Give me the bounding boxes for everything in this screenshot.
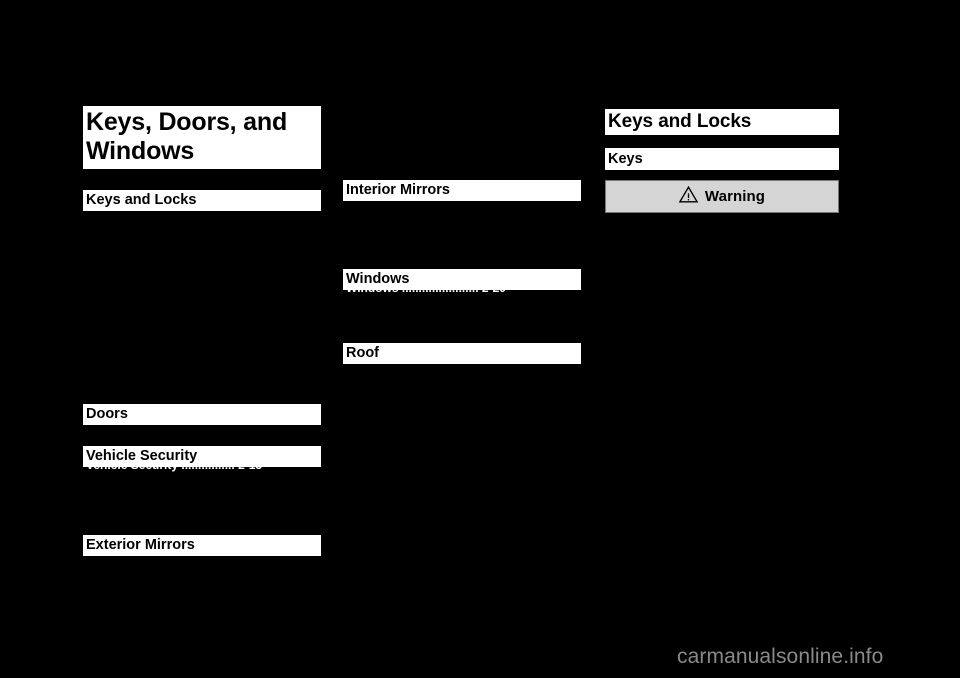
section-label: Vehicle Security	[86, 448, 198, 465]
section-label: Exterior Mirrors	[86, 537, 195, 554]
section-label: Keys and Locks	[86, 192, 197, 209]
section-keys-and-locks[interactable]: Keys and Locks	[83, 190, 321, 211]
right-column-subheading: Keys	[605, 148, 839, 170]
manual-page: Keys, Doors, and Windows Keys and Locks …	[0, 0, 960, 678]
windows-clipped-entry: Windows ....................... 2-20	[343, 290, 581, 295]
clipped-entry-text: Vehicle Security ................ 2-13	[83, 467, 321, 471]
warning-triangle-icon	[678, 185, 699, 208]
section-interior-mirrors[interactable]: Interior Mirrors	[343, 180, 581, 201]
section-doors[interactable]: Doors	[83, 404, 321, 425]
clipped-entry-text: Windows ....................... 2-20	[343, 290, 581, 294]
section-windows[interactable]: Windows	[343, 269, 581, 290]
warning-label: Warning	[704, 188, 766, 205]
section-exterior-mirrors[interactable]: Exterior Mirrors	[83, 535, 321, 556]
site-watermark: carmanualsonline.info	[677, 645, 883, 669]
section-label: Doors	[86, 406, 128, 423]
section-label: Windows	[346, 271, 410, 288]
right-column-heading-text: Keys and Locks	[608, 111, 752, 133]
section-label: Roof	[346, 345, 380, 362]
vehicle-security-clipped-entry: Vehicle Security ................ 2-13	[83, 467, 321, 472]
section-vehicle-security[interactable]: Vehicle Security	[83, 446, 321, 467]
section-roof[interactable]: Roof	[343, 343, 581, 364]
chapter-title: Keys, Doors, and Windows	[83, 106, 321, 169]
right-column-subheading-text: Keys	[608, 150, 643, 167]
right-column-heading: Keys and Locks	[605, 109, 839, 135]
section-label: Interior Mirrors	[346, 182, 450, 199]
site-watermark-text: carmanualsonline.info	[677, 645, 884, 668]
warning-callout: Warning	[605, 180, 839, 213]
chapter-title-text: Keys, Doors, and Windows	[86, 108, 288, 165]
